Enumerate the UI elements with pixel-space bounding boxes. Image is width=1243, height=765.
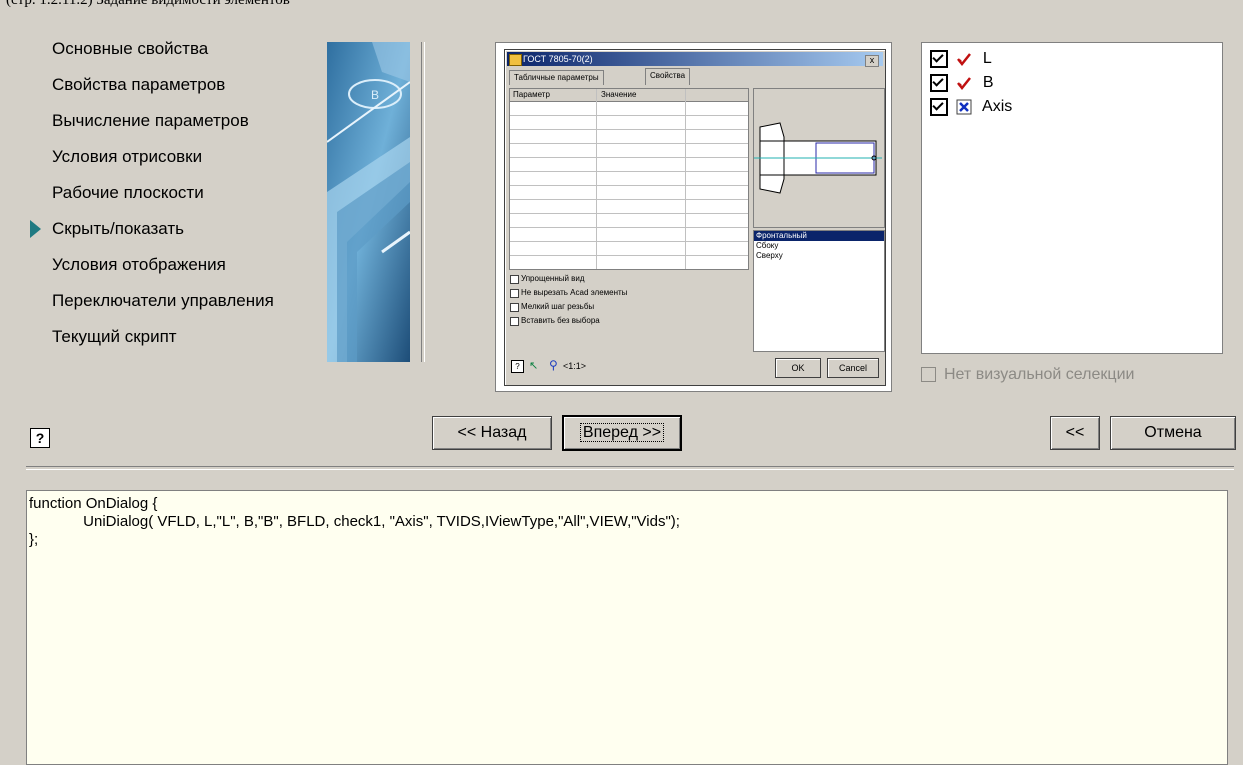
bolt-drawing (753, 88, 885, 228)
nav-item-label: Основные свойства (52, 39, 209, 58)
checklist-item-axis[interactable]: Axis (930, 97, 1012, 117)
mini-tab-properties: Свойства (645, 68, 691, 85)
checkbox-checked[interactable] (930, 73, 948, 92)
checkbox-checked[interactable] (930, 49, 948, 68)
mini-tab-table-params: Табличные параметры (509, 70, 604, 85)
nav-item-label: Условия отображения (52, 255, 226, 274)
decorative-image-strip: B (327, 42, 410, 362)
code-line: function OnDialog { (29, 495, 158, 512)
next-button-label: Вперед >> (579, 423, 665, 442)
close-icon: x (865, 55, 879, 67)
col-value: Значение (601, 90, 637, 99)
mini-dialog: ГОСТ 7805-70(2) x Табличные параметры Св… (504, 49, 886, 386)
back-button[interactable]: << Назад (432, 416, 552, 450)
grid-line (510, 227, 748, 228)
mini-ok-button: OK (775, 358, 821, 378)
vertical-separator (421, 42, 425, 362)
grid-line (510, 129, 748, 130)
checkbox-checked[interactable] (930, 97, 948, 116)
mini-cancel-button: Cancel (827, 358, 879, 378)
nav-item-work-planes[interactable]: Рабочие плоскости (30, 180, 320, 216)
svg-text:B: B (371, 88, 379, 102)
checklist-label: L (982, 50, 992, 67)
nav-item-main-properties[interactable]: Основные свойства (30, 36, 320, 72)
grid-line (510, 241, 748, 242)
grid-line (510, 185, 748, 186)
nav-item-label: Переключатели управления (52, 291, 274, 310)
grid-line (510, 115, 748, 116)
visibility-checklist: L B Axis (921, 42, 1223, 354)
mini-bottom-bar: ? ↖ ⚲ <1:1> OK Cancel (509, 356, 881, 380)
page-caption: (стр. 1.2.11.2) Задание видимости элемен… (6, 0, 290, 8)
active-arrow-icon (30, 220, 41, 238)
code-line: }; (29, 531, 39, 548)
mini-check-no-cut: Не вырезать Acad элементы (509, 286, 747, 300)
nav-item-hide-show[interactable]: Скрыть/показать (30, 216, 320, 252)
grid-line (510, 157, 748, 158)
blue-x-icon (956, 99, 972, 115)
nav-item-display-conditions[interactable]: Условия отображения (30, 252, 320, 288)
grid-line (510, 171, 748, 172)
nav-item-label: Скрыть/показать (52, 219, 185, 238)
app-icon (509, 54, 522, 66)
mini-title: ГОСТ 7805-70(2) (523, 54, 593, 64)
nav-item-parameter-calculation[interactable]: Вычисление параметров (30, 108, 320, 144)
view-option: Сбоку (756, 241, 779, 250)
nav-item-label: Свойства параметров (52, 75, 226, 94)
grid-line (510, 199, 748, 200)
nav-item-current-script[interactable]: Текущий скрипт (30, 324, 320, 360)
grid-line (685, 89, 686, 269)
view-option: Фронтальный (754, 231, 884, 241)
nav-item-label: Рабочие плоскости (52, 183, 204, 202)
mini-options: Упрощенный вид Не вырезать Acad элементы… (509, 272, 747, 352)
checklist-label: B (982, 74, 994, 91)
mini-title-bar: ГОСТ 7805-70(2) x (507, 52, 883, 67)
zoom-icon: ⚲ (549, 358, 558, 372)
grid-line (510, 213, 748, 214)
collapse-button[interactable]: << (1050, 416, 1100, 450)
pick-icon: ↖ (529, 360, 539, 372)
dimension-icon (957, 52, 972, 66)
nav-item-label: Вычисление параметров (52, 111, 249, 130)
code-line: UniDialog( VFLD, L,"L", B,"B", BFLD, che… (29, 513, 680, 530)
checkbox-disabled[interactable] (921, 367, 936, 383)
grid-line (510, 255, 748, 256)
grid-line (596, 89, 597, 269)
scale-label: <1:1> (563, 361, 587, 371)
cancel-button[interactable]: Отмена (1110, 416, 1236, 450)
mini-check-insert-no-select: Вставить без выбора (509, 314, 747, 328)
col-param: Параметр (513, 90, 550, 99)
mini-param-grid: Параметр Значение (509, 88, 749, 270)
checklist-label: Axis (982, 98, 1013, 115)
view-list: Фронтальный Сбоку Сверху (753, 230, 885, 352)
next-button[interactable]: Вперед >> (562, 415, 682, 451)
nav-item-label: Текущий скрипт (52, 327, 177, 346)
nav-item-parameter-properties[interactable]: Свойства параметров (30, 72, 320, 108)
no-visual-selection-label: Нет визуальной селекции (944, 366, 1135, 383)
no-visual-selection-checkbox[interactable]: Нет визуальной селекции (921, 366, 1134, 384)
dialog-preview: ГОСТ 7805-70(2) x Табличные параметры Св… (495, 42, 892, 392)
nav-item-drawing-conditions[interactable]: Условия отрисовки (30, 144, 320, 180)
checklist-item-b[interactable]: B (930, 73, 994, 93)
checklist-item-l[interactable]: L (930, 49, 992, 69)
grid-line (510, 143, 748, 144)
view-option: Сверху (756, 251, 783, 260)
mini-check-simplified: Упрощенный вид (509, 272, 747, 286)
mini-check-fine-thread: Мелкий шаг резьбы (509, 300, 747, 314)
help-icon: ? (511, 360, 524, 373)
horizontal-separator (26, 466, 1234, 470)
wizard-steps-nav: Основные свойства Свойства параметров Вы… (30, 36, 320, 360)
dimension-icon (957, 76, 972, 90)
grid-header: Параметр Значение (510, 89, 748, 102)
nav-item-label: Условия отрисовки (52, 147, 203, 166)
help-icon[interactable]: ? (30, 428, 50, 448)
script-editor[interactable]: function OnDialog { UniDialog( VFLD, L,"… (26, 490, 1228, 765)
nav-item-control-switches[interactable]: Переключатели управления (30, 288, 320, 324)
